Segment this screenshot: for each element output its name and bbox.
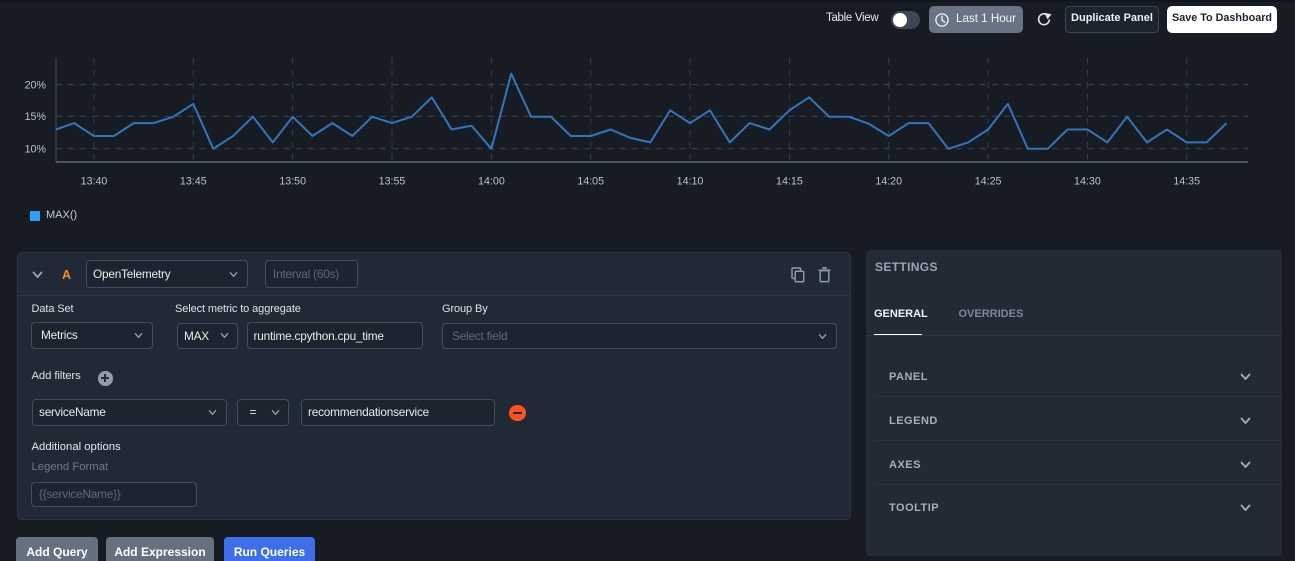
svg-text:14:05: 14:05 xyxy=(577,176,604,188)
svg-text:14:25: 14:25 xyxy=(975,176,1002,188)
svg-text:14:10: 14:10 xyxy=(677,176,704,188)
svg-text:14:00: 14:00 xyxy=(478,176,505,188)
svg-text:20%: 20% xyxy=(25,80,47,92)
svg-text:13:55: 13:55 xyxy=(379,176,406,188)
svg-text:15%: 15% xyxy=(25,111,47,123)
svg-text:14:35: 14:35 xyxy=(1173,176,1200,188)
svg-text:13:50: 13:50 xyxy=(279,176,306,188)
svg-text:13:45: 13:45 xyxy=(180,176,207,188)
svg-text:10%: 10% xyxy=(25,144,47,156)
svg-text:13:40: 13:40 xyxy=(81,176,108,188)
svg-text:14:30: 14:30 xyxy=(1074,176,1101,188)
svg-text:14:20: 14:20 xyxy=(875,176,902,188)
svg-text:14:15: 14:15 xyxy=(776,176,803,188)
